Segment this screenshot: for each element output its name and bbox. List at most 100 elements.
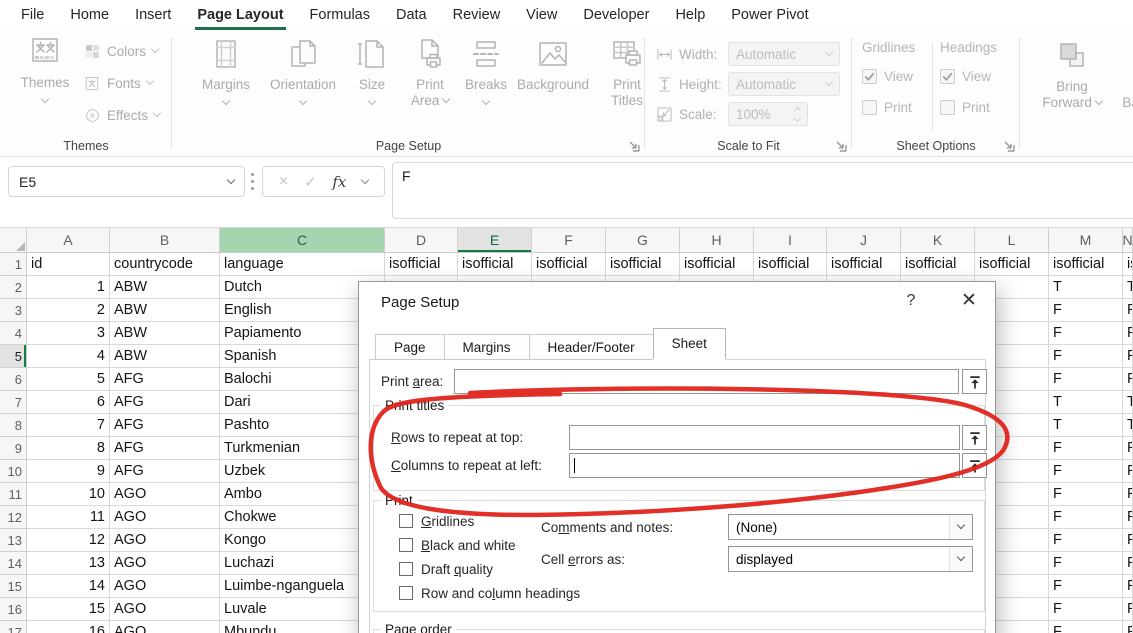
grid-cell-B13[interactable]: AGO: [110, 529, 220, 552]
orientation-button[interactable]: Orientation: [264, 36, 342, 111]
ribbon-tab-home[interactable]: Home: [57, 0, 122, 30]
grid-cell-A3[interactable]: 2: [27, 299, 110, 322]
grid-cell-B3[interactable]: ABW: [110, 299, 220, 322]
select-all-corner[interactable]: [0, 228, 27, 253]
grid-cell-M5[interactable]: F: [1049, 345, 1123, 368]
comments-and-notes-combobox[interactable]: (None): [728, 514, 973, 540]
insert-function-icon[interactable]: fx: [332, 173, 346, 191]
grid-cell-M9[interactable]: F: [1049, 437, 1123, 460]
row-header-9[interactable]: 9: [0, 437, 27, 460]
breaks-button[interactable]: Breaks: [460, 36, 512, 111]
ribbon-tab-data[interactable]: Data: [383, 0, 440, 30]
grid-cell-N6[interactable]: F: [1123, 368, 1133, 391]
column-header-K[interactable]: K: [901, 228, 975, 253]
grid-cell-B16[interactable]: AGO: [110, 598, 220, 621]
grid-cell-B5[interactable]: ABW: [110, 345, 220, 368]
size-button[interactable]: Size: [348, 36, 396, 111]
row-header-3[interactable]: 3: [0, 299, 27, 322]
row-header-1[interactable]: 1: [0, 253, 27, 276]
grid-cell-J1[interactable]: isofficial: [827, 253, 901, 276]
page-setup-dialog-launcher-icon[interactable]: [627, 139, 640, 152]
grid-cell-N17[interactable]: F: [1123, 621, 1133, 633]
combobox-dropdown-button[interactable]: [949, 515, 972, 539]
grid-cell-M14[interactable]: F: [1049, 552, 1123, 575]
row-header-7[interactable]: 7: [0, 391, 27, 414]
columns-to-repeat-collapse-button[interactable]: [962, 453, 987, 478]
grid-cell-A9[interactable]: 8: [27, 437, 110, 460]
send-backward-button[interactable]: Send Backward: [1116, 38, 1133, 111]
bring-forward-button[interactable]: Bring Forward: [1036, 38, 1108, 111]
dialog-help-button[interactable]: ?: [901, 292, 921, 310]
row-header-2[interactable]: 2: [0, 276, 27, 299]
dialog-tab-margins[interactable]: Margins: [444, 334, 530, 360]
fonts-button[interactable]: Fonts: [84, 72, 153, 94]
grid-cell-M13[interactable]: F: [1049, 529, 1123, 552]
grid-cell-A17[interactable]: 16: [27, 621, 110, 633]
grid-cell-A12[interactable]: 11: [27, 506, 110, 529]
row-header-17[interactable]: 17: [0, 621, 27, 633]
column-header-E[interactable]: E: [458, 228, 532, 253]
grid-cell-N7[interactable]: T: [1123, 391, 1133, 414]
scale-spinner[interactable]: 100%: [728, 102, 808, 126]
enter-icon[interactable]: ✓: [304, 173, 317, 191]
cell-errors-combobox[interactable]: displayed: [728, 546, 973, 572]
gridlines-checkbox[interactable]: Gridlines: [399, 512, 474, 530]
grid-cell-B12[interactable]: AGO: [110, 506, 220, 529]
print-area-field[interactable]: [454, 369, 959, 394]
grid-cell-N12[interactable]: F: [1123, 506, 1133, 529]
row-header-15[interactable]: 15: [0, 575, 27, 598]
sheet-options-dialog-launcher-icon[interactable]: [1002, 139, 1015, 152]
row-header-13[interactable]: 13: [0, 529, 27, 552]
row-header-16[interactable]: 16: [0, 598, 27, 621]
margins-button[interactable]: Margins: [196, 36, 256, 111]
ribbon-tab-page-layout[interactable]: Page Layout: [184, 0, 296, 30]
black-and-white-checkbox[interactable]: Black and white: [399, 536, 516, 554]
width-combobox[interactable]: Automatic: [728, 42, 840, 66]
gridlines-view-checkbox[interactable]: View: [862, 67, 934, 85]
rows-to-repeat-field[interactable]: [569, 425, 960, 450]
grid-cell-A13[interactable]: 12: [27, 529, 110, 552]
grid-cell-M16[interactable]: F: [1049, 598, 1123, 621]
rows-to-repeat-collapse-button[interactable]: [962, 425, 987, 450]
grid-cell-N14[interactable]: F: [1123, 552, 1133, 575]
combobox-dropdown-button[interactable]: [949, 547, 972, 571]
grid-cell-M6[interactable]: F: [1049, 368, 1123, 391]
row-header-8[interactable]: 8: [0, 414, 27, 437]
column-header-A[interactable]: A: [27, 228, 110, 253]
grid-cell-M2[interactable]: T: [1049, 276, 1123, 299]
grid-cell-H1[interactable]: isofficial: [680, 253, 754, 276]
grid-cell-B10[interactable]: AFG: [110, 460, 220, 483]
column-header-G[interactable]: G: [606, 228, 680, 253]
effects-button[interactable]: Effects: [84, 104, 160, 126]
grid-cell-B4[interactable]: ABW: [110, 322, 220, 345]
grid-cell-N1[interactable]: isofficial: [1123, 253, 1133, 276]
ribbon-tab-view[interactable]: View: [513, 0, 570, 30]
columns-to-repeat-field[interactable]: [569, 453, 960, 478]
grid-cell-N15[interactable]: F: [1123, 575, 1133, 598]
spinner-down-icon[interactable]: [794, 114, 801, 121]
themes-button[interactable]: Themes: [16, 34, 74, 109]
grid-cell-I1[interactable]: isofficial: [754, 253, 827, 276]
cancel-icon[interactable]: ×: [279, 173, 288, 191]
grid-cell-N3[interactable]: F: [1123, 299, 1133, 322]
scale-to-fit-dialog-launcher-icon[interactable]: [834, 139, 847, 152]
row-header-5[interactable]: 5: [0, 345, 27, 368]
grid-cell-A4[interactable]: 3: [27, 322, 110, 345]
column-header-J[interactable]: J: [827, 228, 901, 253]
grid-cell-K1[interactable]: isofficial: [901, 253, 975, 276]
dialog-tab-page[interactable]: Page: [375, 334, 445, 360]
grid-cell-B14[interactable]: AGO: [110, 552, 220, 575]
grid-cell-A8[interactable]: 7: [27, 414, 110, 437]
grid-cell-A7[interactable]: 6: [27, 391, 110, 414]
grid-cell-N4[interactable]: F: [1123, 322, 1133, 345]
grid-cell-A1[interactable]: id: [27, 253, 110, 276]
grid-cell-A15[interactable]: 14: [27, 575, 110, 598]
grid-cell-B11[interactable]: AGO: [110, 483, 220, 506]
print-area-collapse-button[interactable]: [962, 369, 987, 394]
column-header-N[interactable]: N: [1123, 228, 1133, 253]
grid-cell-C1[interactable]: language: [220, 253, 385, 276]
grid-cell-B6[interactable]: AFG: [110, 368, 220, 391]
grid-cell-A2[interactable]: 1: [27, 276, 110, 299]
draft-quality-checkbox[interactable]: Draft quality: [399, 560, 493, 578]
grid-cell-N10[interactable]: F: [1123, 460, 1133, 483]
